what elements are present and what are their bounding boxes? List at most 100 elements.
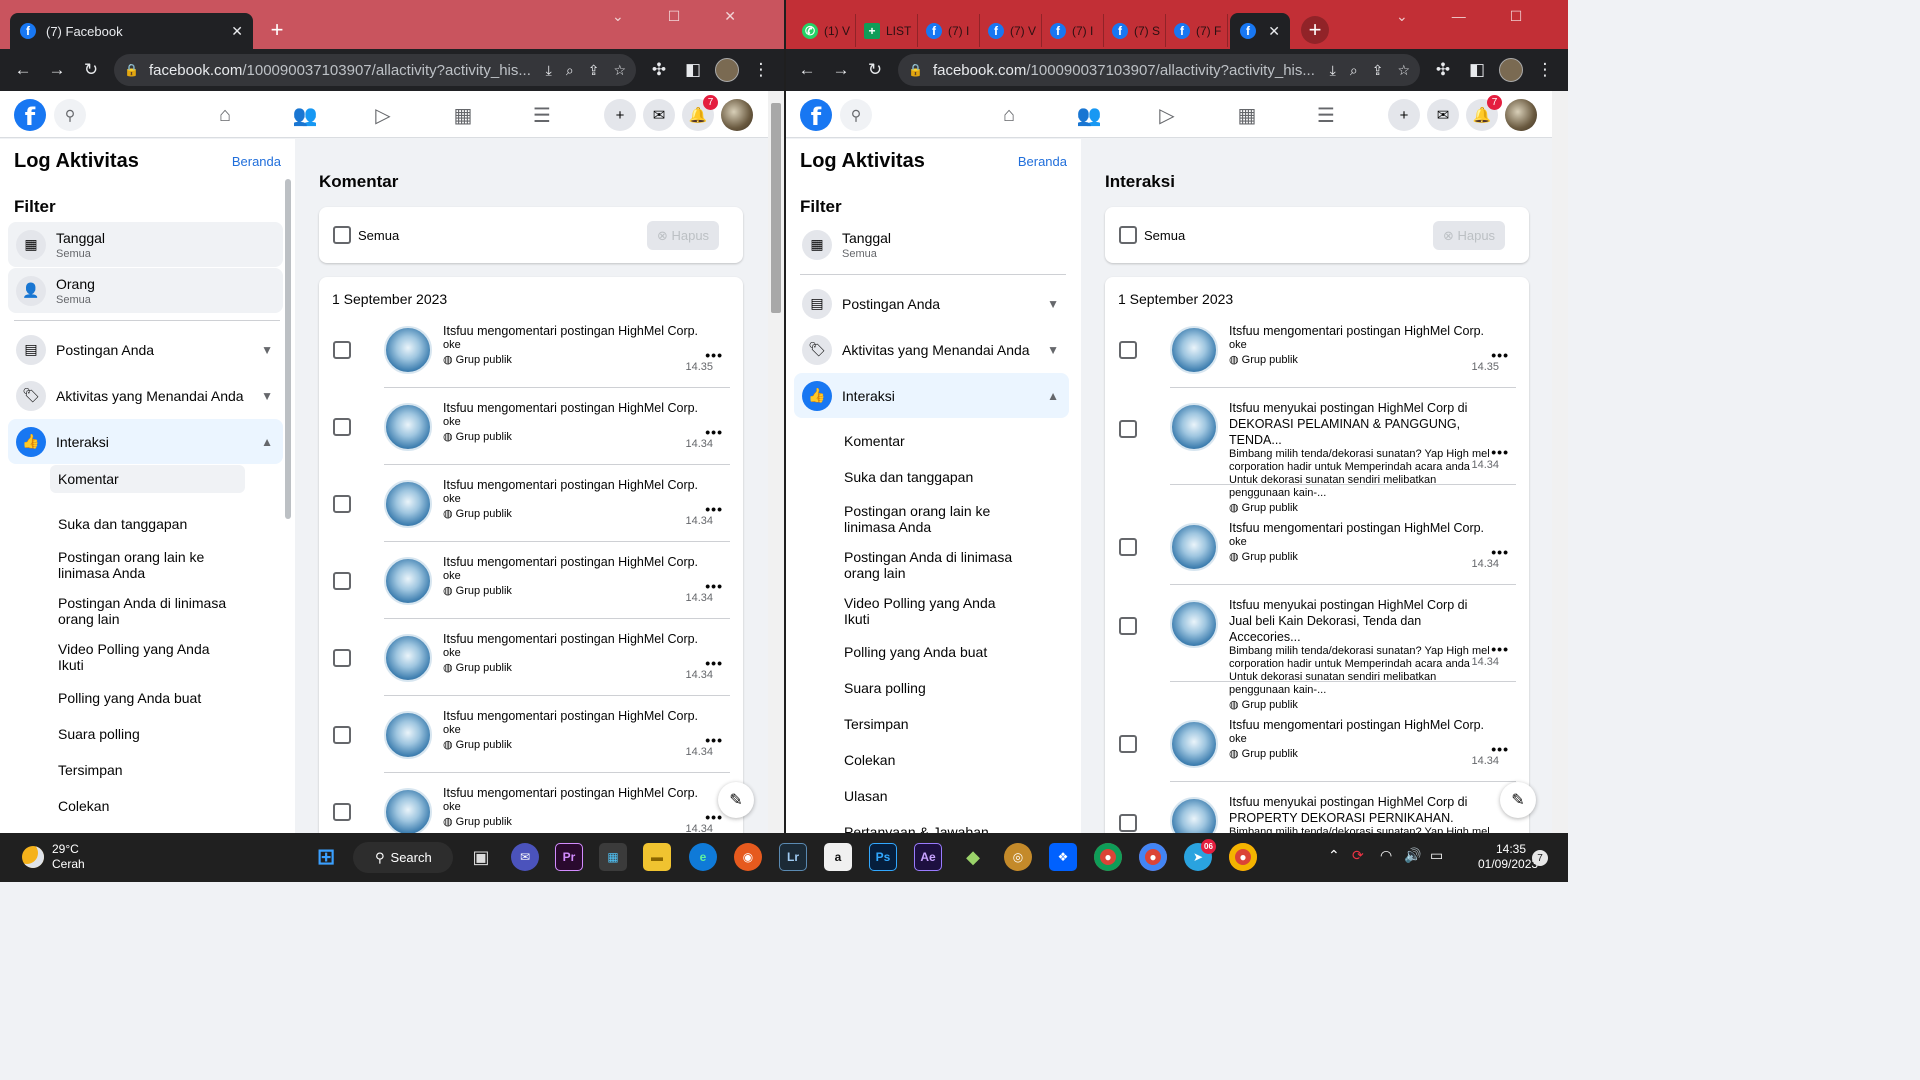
sub-item-reactions[interactable]: Suka dan tanggapan: [50, 510, 245, 538]
facebook-logo-icon[interactable]: f: [14, 99, 46, 131]
app-icon[interactable]: ◆: [959, 843, 987, 871]
post-thumbnail[interactable]: [1170, 403, 1218, 451]
page-scrollbar[interactable]: [768, 91, 784, 833]
install-icon[interactable]: ⤓: [1330, 62, 1336, 79]
star-icon[interactable]: ☆: [613, 62, 626, 79]
home-icon[interactable]: ⌂: [994, 101, 1024, 129]
compose-icon[interactable]: ✎: [1500, 782, 1536, 818]
tab-facebook-4[interactable]: f (7) S: [1104, 14, 1166, 47]
section-tagged[interactable]: 🏷 Aktivitas yang Menandai Anda ▼: [8, 373, 283, 418]
premiere-rush-icon[interactable]: Pr: [555, 843, 583, 871]
telegram-icon[interactable]: ➤ 06: [1184, 839, 1216, 871]
zoom-icon[interactable]: ⌕: [1350, 62, 1358, 79]
volume-icon[interactable]: 🔊: [1404, 847, 1421, 864]
sub-item-others-posts[interactable]: Postingan orang lain ke linimasa Anda: [50, 543, 245, 587]
create-icon[interactable]: +: [1388, 99, 1420, 131]
compose-icon[interactable]: ✎: [718, 782, 754, 818]
menu-bars-icon[interactable]: ☰: [1311, 101, 1341, 129]
photoshop-icon[interactable]: Ps: [869, 843, 897, 871]
address-bar[interactable]: 🔒 facebook.com/100090037103907/allactivi…: [114, 54, 636, 86]
chevron-down-icon[interactable]: ⌄: [612, 8, 624, 25]
search-icon[interactable]: ⚲: [54, 99, 86, 131]
section-your-posts[interactable]: ▤ Postingan Anda ▼: [8, 327, 283, 372]
section-your-posts[interactable]: ▤ Postingan Anda ▼: [794, 281, 1069, 326]
wifi-icon[interactable]: ◠: [1380, 847, 1392, 864]
sub-item-comments[interactable]: Komentar: [50, 465, 245, 493]
back-icon[interactable]: ←: [790, 53, 824, 87]
profile-avatar[interactable]: [710, 53, 744, 87]
section-interactions[interactable]: 👍 Interaksi ▲: [8, 419, 283, 464]
menu-bars-icon[interactable]: ☰: [527, 101, 557, 129]
tab-whatsapp[interactable]: ✆ (1) V: [794, 14, 856, 47]
notifications-icon[interactable]: 🔔 7: [1466, 95, 1502, 131]
sub-item-comments[interactable]: Komentar: [836, 427, 1031, 455]
home-link[interactable]: Beranda: [1018, 154, 1067, 169]
item-checkbox[interactable]: [333, 341, 351, 359]
item-checkbox[interactable]: [1119, 735, 1137, 753]
post-thumbnail[interactable]: [384, 634, 432, 682]
more-options-icon[interactable]: •••: [1491, 641, 1509, 657]
system-clock[interactable]: 14:35 01/09/2023: [1478, 842, 1538, 872]
sub-item-polls-created[interactable]: Polling yang Anda buat: [836, 638, 1031, 666]
file-explorer-icon[interactable]: ▬: [643, 843, 671, 871]
back-icon[interactable]: ←: [6, 53, 40, 87]
maximize-icon[interactable]: ☐: [1510, 8, 1523, 25]
close-icon[interactable]: ✕: [724, 8, 736, 25]
item-checkbox[interactable]: [1119, 814, 1137, 832]
menu-icon[interactable]: ⋮: [1528, 53, 1562, 87]
facebook-logo-icon[interactable]: f: [800, 99, 832, 131]
item-checkbox[interactable]: [1119, 617, 1137, 635]
taskbar-search[interactable]: ⚲ Search: [353, 842, 453, 873]
sidepanel-icon[interactable]: ◧: [1460, 53, 1494, 87]
sub-item-reviews[interactable]: Ulasan: [836, 782, 1031, 810]
tab-facebook-active[interactable]: f ✕: [1230, 13, 1290, 49]
post-thumbnail[interactable]: [384, 403, 432, 451]
sub-item-polls-created[interactable]: Polling yang Anda buat: [50, 684, 245, 712]
sidebar-scrollbar[interactable]: [285, 179, 291, 519]
menu-icon[interactable]: ⋮: [744, 53, 778, 87]
page-scrollbar[interactable]: [1552, 91, 1568, 833]
reload-icon[interactable]: ↻: [858, 53, 892, 87]
close-tab-icon[interactable]: ✕: [231, 23, 243, 40]
home-link[interactable]: Beranda: [232, 154, 281, 169]
firefox-icon[interactable]: ◉: [734, 843, 762, 871]
new-tab-button[interactable]: +: [1301, 16, 1329, 44]
post-thumbnail[interactable]: [384, 326, 432, 374]
profile-avatar[interactable]: [1494, 53, 1528, 87]
sub-item-poll-votes[interactable]: Suara polling: [50, 720, 245, 748]
item-checkbox[interactable]: [1119, 341, 1137, 359]
start-icon[interactable]: ⊞: [312, 843, 340, 871]
notifications-icon[interactable]: 🔔 7: [682, 95, 718, 131]
amazon-icon[interactable]: a: [824, 843, 852, 871]
reload-icon[interactable]: ↻: [74, 53, 108, 87]
tab-facebook-5[interactable]: f (7) F: [1166, 14, 1228, 47]
post-thumbnail[interactable]: [384, 711, 432, 759]
notification-center-badge[interactable]: 7: [1532, 850, 1548, 866]
post-thumbnail[interactable]: [1170, 720, 1218, 768]
weather-widget[interactable]: 29°C Cerah: [22, 842, 85, 872]
zoom-icon[interactable]: ⌕: [566, 62, 574, 79]
sub-item-your-posts-elsewhere[interactable]: Postingan Anda di linimasa orang lain: [836, 543, 1031, 587]
item-checkbox[interactable]: [333, 418, 351, 436]
sub-item-saved[interactable]: Tersimpan: [50, 756, 245, 784]
extensions-icon[interactable]: ✣: [1426, 53, 1460, 87]
more-options-icon[interactable]: •••: [1491, 444, 1509, 460]
chevron-down-icon[interactable]: ⌄: [1396, 8, 1408, 25]
sub-item-others-posts[interactable]: Postingan orang lain ke linimasa Anda: [836, 497, 1031, 541]
messenger-icon[interactable]: ✉: [643, 99, 675, 131]
create-icon[interactable]: +: [604, 99, 636, 131]
chrome-alt-icon[interactable]: ●: [1229, 843, 1257, 871]
post-thumbnail[interactable]: [1170, 523, 1218, 571]
install-icon[interactable]: ⤓: [546, 62, 552, 79]
account-avatar[interactable]: [721, 99, 753, 131]
item-checkbox[interactable]: [333, 726, 351, 744]
marketplace-icon[interactable]: ▦: [1232, 101, 1262, 129]
post-thumbnail[interactable]: [1170, 797, 1218, 833]
sub-item-poll-votes[interactable]: Suara polling: [836, 674, 1031, 702]
sub-item-qa[interactable]: Pertanyaan & Jawaban: [836, 818, 1031, 833]
sub-item-your-posts-elsewhere[interactable]: Postingan Anda di linimasa orang lain: [50, 589, 245, 633]
sub-item-pokes[interactable]: Colekan: [836, 746, 1031, 774]
address-bar[interactable]: 🔒 facebook.com/100090037103907/allactivi…: [898, 54, 1420, 86]
lightroom-icon[interactable]: Lr: [779, 843, 807, 871]
media-icon[interactable]: ◎: [1004, 843, 1032, 871]
